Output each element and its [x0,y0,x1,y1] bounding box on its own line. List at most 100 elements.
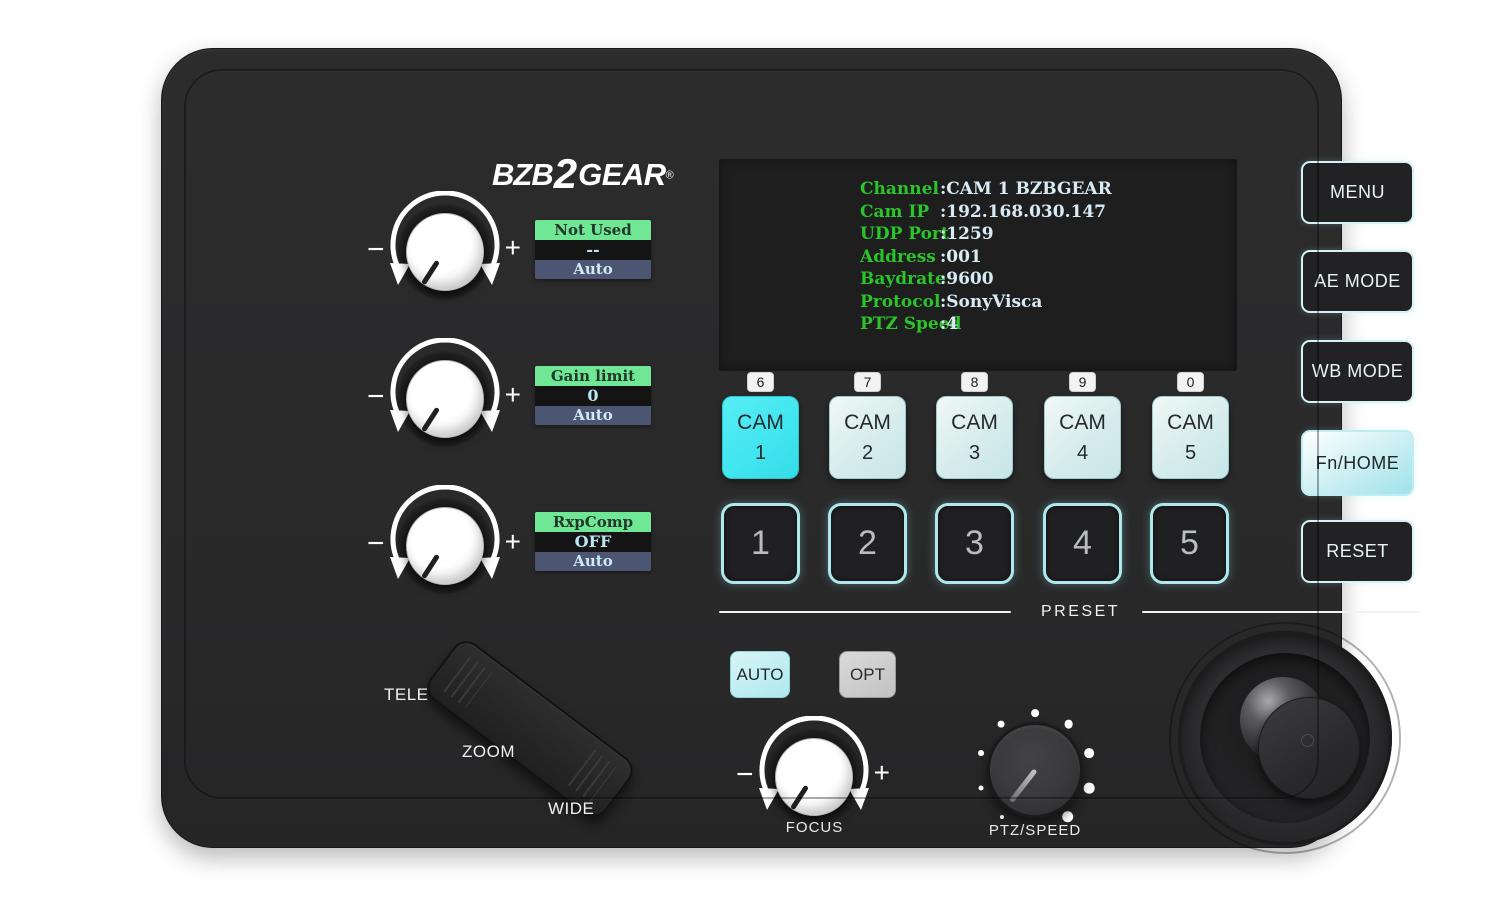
joystick[interactable] [1178,631,1392,845]
status-panel-rxpcomp: RxpComp OFF Auto [535,512,651,571]
preset-divider: PRESET [719,603,1420,621]
panel-value: -- [535,240,651,260]
knob-rxpcomp[interactable] [406,507,484,585]
ptz-speed-label: PTZ/SPEED [980,822,1090,839]
focus-label: FOCUS [767,819,862,836]
brand-logo-digit: 2 [554,150,577,197]
joystick-cap-icon [1301,734,1314,747]
cam-shortcut-tag: 0 [1177,372,1204,392]
cam-button-text: CAM [844,411,891,435]
registered-mark: ® [666,170,674,182]
cam-button-number: 4 [1077,442,1088,465]
divider-line [1142,611,1420,614]
lcd-value: :192.168.030.147 [940,202,1106,222]
lcd-value: :4 [940,314,958,334]
knob-gain-limit[interactable] [406,360,484,438]
focus-knob[interactable] [775,738,853,816]
lcd-label: Cam IP [860,201,940,224]
controller-panel: BZB2GEAR® − + − + − + N [161,48,1342,848]
status-panel-not-used: Not Used -- Auto [535,220,651,279]
panel-mode: Auto [535,552,651,571]
ae-mode-button[interactable]: AE MODE [1301,250,1414,313]
minus-label: − [367,380,385,414]
lcd-display: Channel:CAM 1 BZBGEAR Cam IP:192.168.030… [719,159,1237,371]
cam-button-number: 5 [1185,442,1196,465]
panel-title: Gain limit [535,366,651,386]
grip-lines-icon [568,750,617,802]
knob-pointer [1009,768,1038,803]
fn-home-button[interactable]: Fn/HOME [1301,430,1414,496]
knob-not-used[interactable] [406,213,484,291]
preset-1-button[interactable]: 1 [721,503,800,584]
joystick-cap[interactable] [1258,697,1360,799]
zoom-label: ZOOM [462,742,515,762]
panel-mode: Auto [535,260,651,279]
adjust-knob-2: − + [365,334,525,464]
panel-mode: Auto [535,406,651,425]
lcd-row: Cam IP:192.168.030.147 [860,201,1237,224]
cam-4-button[interactable]: CAM 4 [1044,396,1121,479]
cam-1-button[interactable]: CAM 1 [722,396,799,479]
opt-button[interactable]: OPT [839,651,896,698]
cam-shortcut-tag: 8 [961,372,988,392]
lcd-row: Address:001 [860,246,1237,269]
menu-button[interactable]: MENU [1301,161,1414,224]
adjust-knob-1: − + [365,187,525,317]
cam-button-text: CAM [1167,411,1214,435]
cam-shortcut-tag: 7 [854,372,881,392]
lcd-value: :001 [940,247,982,267]
cam-button-text: CAM [951,411,998,435]
lcd-label: Baydrate [860,268,940,291]
wb-mode-button[interactable]: WB MODE [1301,340,1414,403]
adjust-knob-3: − + [365,481,525,611]
divider-line [719,611,1011,614]
cam-button-number: 2 [862,442,873,465]
lcd-row: PTZ Speed:4 [860,313,1237,336]
cam-shortcut-tag: 6 [747,372,774,392]
wide-label: WIDE [548,799,594,819]
plus-label: + [874,757,890,789]
reset-button[interactable]: RESET [1301,520,1414,583]
preset-section-label: PRESET [1041,603,1120,621]
plus-label: + [505,526,521,558]
tele-label: TELE [384,685,429,705]
cam-button-text: CAM [1059,411,1106,435]
lcd-label: PTZ Speed [860,313,940,336]
cam-shortcut-tag: 9 [1069,372,1096,392]
plus-label: + [505,232,521,264]
minus-label: − [367,527,385,561]
lcd-row: Channel:CAM 1 BZBGEAR [860,178,1237,201]
brand-logo-suffix: GEAR [578,157,666,192]
lcd-value: :CAM 1 BZBGEAR [940,179,1112,199]
lcd-value: :1259 [940,224,994,244]
zoom-rocker[interactable] [421,635,639,823]
lcd-label: Address [860,246,940,269]
panel-value: OFF [535,532,651,552]
cam-3-button[interactable]: CAM 3 [936,396,1013,479]
minus-label: − [367,233,385,267]
status-panel-gain-limit: Gain limit 0 Auto [535,366,651,425]
preset-4-button[interactable]: 4 [1043,503,1122,584]
minus-label: − [736,758,754,792]
lcd-row: Baydrate:9600 [860,268,1237,291]
cam-button-number: 1 [755,442,766,465]
lcd-value: :9600 [940,269,994,289]
lcd-row: UDP Port:1259 [860,223,1237,246]
panel-title: Not Used [535,220,651,240]
ptz-speed-knob[interactable] [987,722,1083,818]
grip-lines-icon [443,656,492,708]
preset-5-button[interactable]: 5 [1150,503,1229,584]
cam-2-button[interactable]: CAM 2 [829,396,906,479]
cam-button-number: 3 [969,442,980,465]
preset-2-button[interactable]: 2 [828,503,907,584]
lcd-row: Protocol:SonyVisca [860,291,1237,314]
auto-button[interactable]: AUTO [730,651,790,698]
cam-5-button[interactable]: CAM 5 [1152,396,1229,479]
panel-value: 0 [535,386,651,406]
preset-3-button[interactable]: 3 [935,503,1014,584]
plus-label: + [505,379,521,411]
lcd-label: UDP Port [860,223,940,246]
lcd-value: :SonyVisca [940,292,1042,312]
lcd-label: Channel [860,178,940,201]
panel-title: RxpComp [535,512,651,532]
